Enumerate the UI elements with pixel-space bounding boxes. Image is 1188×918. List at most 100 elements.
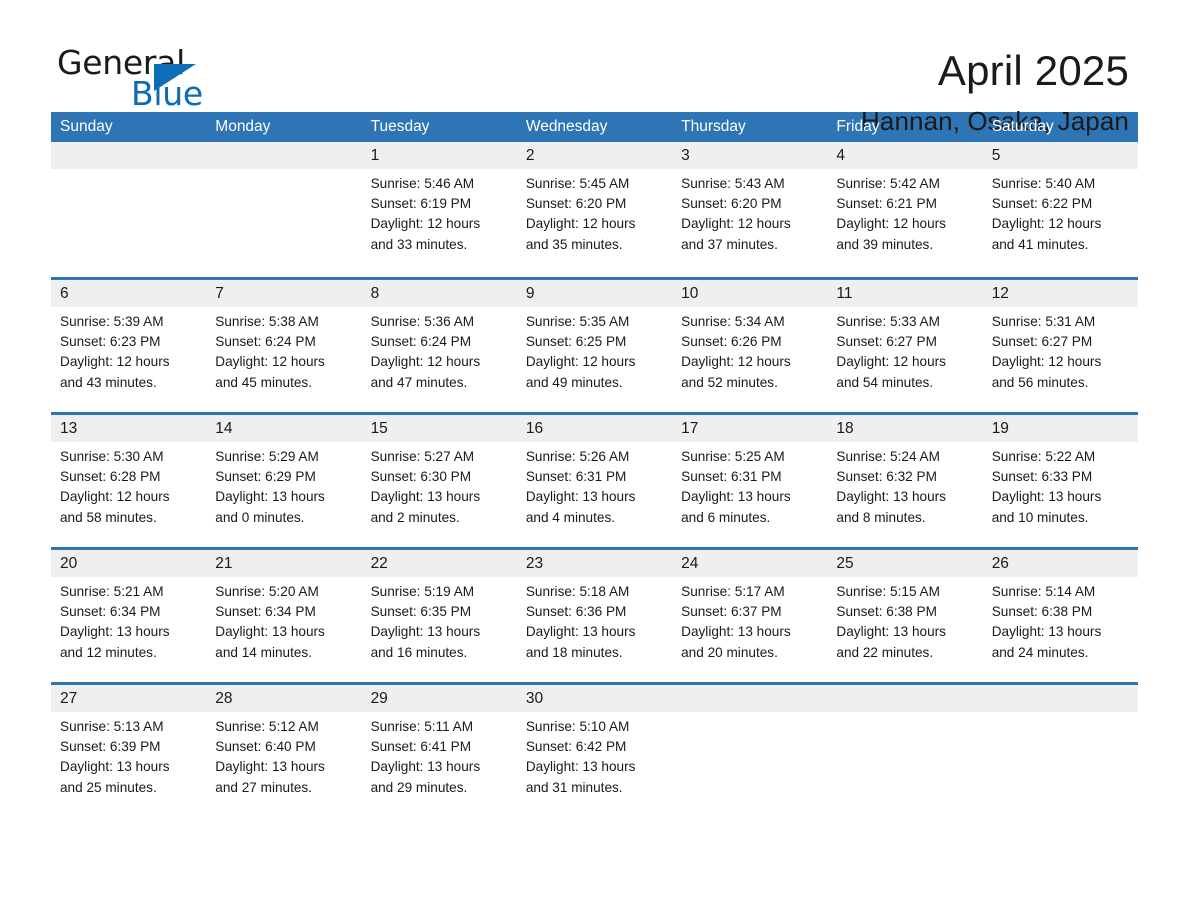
calendar-week-row: 20 Sunrise: 5:21 AM Sunset: 6:34 PM Dayli… xyxy=(51,547,1138,682)
day-number: 20 xyxy=(60,555,78,572)
day-number: 3 xyxy=(681,147,690,164)
day-cell-1[interactable]: 1 Sunrise: 5:46 AM Sunset: 6:19 PM Daylig… xyxy=(362,142,517,277)
day-sun-info: Sunrise: 5:21 AM Sunset: 6:34 PM Dayligh… xyxy=(60,584,170,660)
day-cell-4[interactable]: 4 Sunrise: 5:42 AM Sunset: 6:21 PM Daylig… xyxy=(827,142,982,277)
calendar-week-row: 1 Sunrise: 5:46 AM Sunset: 6:19 PM Daylig… xyxy=(51,142,1138,277)
day-sun-info: Sunrise: 5:18 AM Sunset: 6:36 PM Dayligh… xyxy=(525,584,636,660)
day-number: 7 xyxy=(215,285,224,302)
day-cell-5[interactable]: 5 Sunrise: 5:40 AM Sunset: 6:22 PM Daylig… xyxy=(983,142,1138,277)
day-sun-info: Sunrise: 5:12 AM Sunset: 6:40 PM Dayligh… xyxy=(215,719,325,795)
day-cell-19[interactable]: 19 Sunrise: 5:22 AM Sunset: 6:33 PM Dayli… xyxy=(983,415,1138,547)
day-cell-30[interactable]: 30 Sunrise: 5:10 AM Sunset: 6:42 PM Dayli… xyxy=(517,685,672,817)
day-cell-24[interactable]: 24 Sunrise: 5:17 AM Sunset: 6:37 PM Dayli… xyxy=(672,550,827,682)
calendar-grid: Sunday Monday Tuesday Wednesday Thursday Frid… xyxy=(51,112,1138,817)
day-cell-8[interactable]: 8 Sunrise: 5:36 AM Sunset: 6:24 PM Daylig… xyxy=(362,280,517,412)
day-cell-22[interactable]: 22 Sunrise: 5:19 AM Sunset: 6:35 PM Dayli… xyxy=(362,550,517,682)
day-number: 14 xyxy=(215,420,233,437)
day-sun-info: Sunrise: 5:25 AM Sunset: 6:31 PM Dayligh… xyxy=(681,449,791,525)
weekday-header-saturday: Saturday xyxy=(991,118,1054,135)
day-number: 29 xyxy=(370,690,388,707)
day-number: 24 xyxy=(681,555,699,572)
day-cell-18[interactable]: 18 Sunrise: 5:24 AM Sunset: 6:32 PM Dayli… xyxy=(827,415,982,547)
calendar-page: General Blue April 2025 Hannan, Osaka, J… xyxy=(0,0,1188,918)
weekday-header-tuesday: Tuesday xyxy=(370,118,430,135)
weekday-header-thursday: Thursday xyxy=(681,118,746,135)
day-number: 1 xyxy=(370,147,380,164)
day-number: 23 xyxy=(525,555,544,572)
day-cell-17[interactable]: 17 Sunrise: 5:25 AM Sunset: 6:31 PM Dayli… xyxy=(672,415,827,547)
general-blue-logo[interactable]: General Blue xyxy=(57,44,257,116)
day-sun-info: Sunrise: 5:24 AM Sunset: 6:32 PM Dayligh… xyxy=(836,449,946,525)
day-cell-16[interactable]: 16 Sunrise: 5:26 AM Sunset: 6:31 PM Dayli… xyxy=(517,415,672,547)
day-cell-3[interactable]: 3 Sunrise: 5:43 AM Sunset: 6:20 PM Daylig… xyxy=(672,142,827,277)
day-sun-info: Sunrise: 5:33 AM Sunset: 6:27 PM Dayligh… xyxy=(836,314,946,390)
day-number: 13 xyxy=(60,420,78,437)
day-sun-info: Sunrise: 5:35 AM Sunset: 6:25 PM Dayligh… xyxy=(525,314,636,390)
day-cell-28[interactable]: 28 Sunrise: 5:12 AM Sunset: 6:40 PM Dayli… xyxy=(206,685,361,817)
day-cell-empty xyxy=(51,142,206,277)
calendar-week-row: 13 Sunrise: 5:30 AM Sunset: 6:28 PM Dayli… xyxy=(51,412,1138,547)
day-cell-7[interactable]: 7 Sunrise: 5:38 AM Sunset: 6:24 PM Daylig… xyxy=(206,280,361,412)
day-cell-10[interactable]: 10 Sunrise: 5:34 AM Sunset: 6:26 PM Dayli… xyxy=(672,280,827,412)
day-sun-info: Sunrise: 5:43 AM Sunset: 6:20 PM Dayligh… xyxy=(681,176,791,252)
calendar-weeks: 1 Sunrise: 5:46 AM Sunset: 6:19 PM Daylig… xyxy=(51,142,1138,817)
day-number: 18 xyxy=(836,420,854,437)
day-cell-9[interactable]: 9 Sunrise: 5:35 AM Sunset: 6:25 PM Daylig… xyxy=(517,280,672,412)
day-number: 11 xyxy=(836,285,853,302)
day-sun-info: Sunrise: 5:29 AM Sunset: 6:29 PM Dayligh… xyxy=(215,449,325,525)
logo-text-blue: Blue xyxy=(131,74,203,113)
day-sun-info: Sunrise: 5:19 AM Sunset: 6:35 PM Dayligh… xyxy=(370,584,481,660)
day-number: 30 xyxy=(525,690,544,707)
day-sun-info: Sunrise: 5:42 AM Sunset: 6:21 PM Dayligh… xyxy=(836,176,946,252)
day-cell-2[interactable]: 2 Sunrise: 5:45 AM Sunset: 6:20 PM Daylig… xyxy=(517,142,672,277)
day-sun-info: Sunrise: 5:22 AM Sunset: 6:33 PM Dayligh… xyxy=(991,449,1102,525)
day-sun-info: Sunrise: 5:11 AM Sunset: 6:41 PM Dayligh… xyxy=(370,719,481,795)
day-sun-info: Sunrise: 5:20 AM Sunset: 6:34 PM Dayligh… xyxy=(215,584,325,660)
page-header: General Blue April 2025 Hannan, Osaka, J… xyxy=(0,0,1188,137)
day-cell-21[interactable]: 21 Sunrise: 5:20 AM Sunset: 6:34 PM Dayli… xyxy=(206,550,361,682)
day-number: 17 xyxy=(681,420,699,437)
day-cell-empty xyxy=(672,685,827,817)
day-cell-23[interactable]: 23 Sunrise: 5:18 AM Sunset: 6:36 PM Dayli… xyxy=(517,550,672,682)
day-cell-empty xyxy=(983,685,1138,817)
day-number: 28 xyxy=(215,690,233,707)
day-cell-6[interactable]: 6 Sunrise: 5:39 AM Sunset: 6:23 PM Daylig… xyxy=(51,280,206,412)
day-cell-20[interactable]: 20 Sunrise: 5:21 AM Sunset: 6:34 PM Dayli… xyxy=(51,550,206,682)
page-title: April 2025 xyxy=(937,47,1129,94)
day-sun-info: Sunrise: 5:10 AM Sunset: 6:42 PM Dayligh… xyxy=(525,719,636,795)
weekday-header-wednesday: Wednesday xyxy=(525,118,608,135)
day-cell-empty xyxy=(827,685,982,817)
day-sun-info: Sunrise: 5:26 AM Sunset: 6:31 PM Dayligh… xyxy=(525,449,636,525)
day-sun-info: Sunrise: 5:46 AM Sunset: 6:19 PM Dayligh… xyxy=(370,176,481,252)
day-number: 9 xyxy=(525,285,535,302)
weekday-header-row: Sunday Monday Tuesday Wednesday Thursday Frid… xyxy=(51,112,1138,142)
day-sun-info: Sunrise: 5:36 AM Sunset: 6:24 PM Dayligh… xyxy=(370,314,481,390)
day-cell-empty xyxy=(206,142,361,277)
day-sun-info: Sunrise: 5:38 AM Sunset: 6:24 PM Dayligh… xyxy=(215,314,325,390)
day-number: 4 xyxy=(836,147,846,164)
day-cell-27[interactable]: 27 Sunrise: 5:13 AM Sunset: 6:39 PM Dayli… xyxy=(51,685,206,817)
day-sun-info: Sunrise: 5:45 AM Sunset: 6:20 PM Dayligh… xyxy=(525,176,636,252)
day-sun-info: Sunrise: 5:14 AM Sunset: 6:38 PM Dayligh… xyxy=(991,584,1102,660)
day-cell-12[interactable]: 12 Sunrise: 5:31 AM Sunset: 6:27 PM Dayli… xyxy=(983,280,1138,412)
day-number: 19 xyxy=(991,420,1009,437)
day-number: 21 xyxy=(215,555,233,572)
day-number: 8 xyxy=(370,285,380,302)
day-number: 25 xyxy=(836,555,854,572)
day-cell-11[interactable]: 11 Sunrise: 5:33 AM Sunset: 6:27 PM Dayli… xyxy=(827,280,982,412)
day-number: 22 xyxy=(370,555,388,572)
day-cell-15[interactable]: 15 Sunrise: 5:27 AM Sunset: 6:30 PM Dayli… xyxy=(362,415,517,547)
day-sun-info: Sunrise: 5:40 AM Sunset: 6:22 PM Dayligh… xyxy=(991,176,1102,252)
day-cell-25[interactable]: 25 Sunrise: 5:15 AM Sunset: 6:38 PM Dayli… xyxy=(827,550,982,682)
day-cell-29[interactable]: 29 Sunrise: 5:11 AM Sunset: 6:41 PM Dayli… xyxy=(362,685,517,817)
day-cell-26[interactable]: 26 Sunrise: 5:14 AM Sunset: 6:38 PM Dayli… xyxy=(983,550,1138,682)
weekday-header-sunday: Sunday xyxy=(60,118,113,135)
day-sun-info: Sunrise: 5:34 AM Sunset: 6:26 PM Dayligh… xyxy=(681,314,791,390)
day-sun-info: Sunrise: 5:31 AM Sunset: 6:27 PM Dayligh… xyxy=(991,314,1102,390)
day-number: 16 xyxy=(525,420,544,437)
day-number: 26 xyxy=(991,555,1009,572)
day-number: 6 xyxy=(60,285,69,302)
day-number: 27 xyxy=(60,690,78,707)
day-cell-13[interactable]: 13 Sunrise: 5:30 AM Sunset: 6:28 PM Dayli… xyxy=(51,415,206,547)
day-cell-14[interactable]: 14 Sunrise: 5:29 AM Sunset: 6:29 PM Dayli… xyxy=(206,415,361,547)
